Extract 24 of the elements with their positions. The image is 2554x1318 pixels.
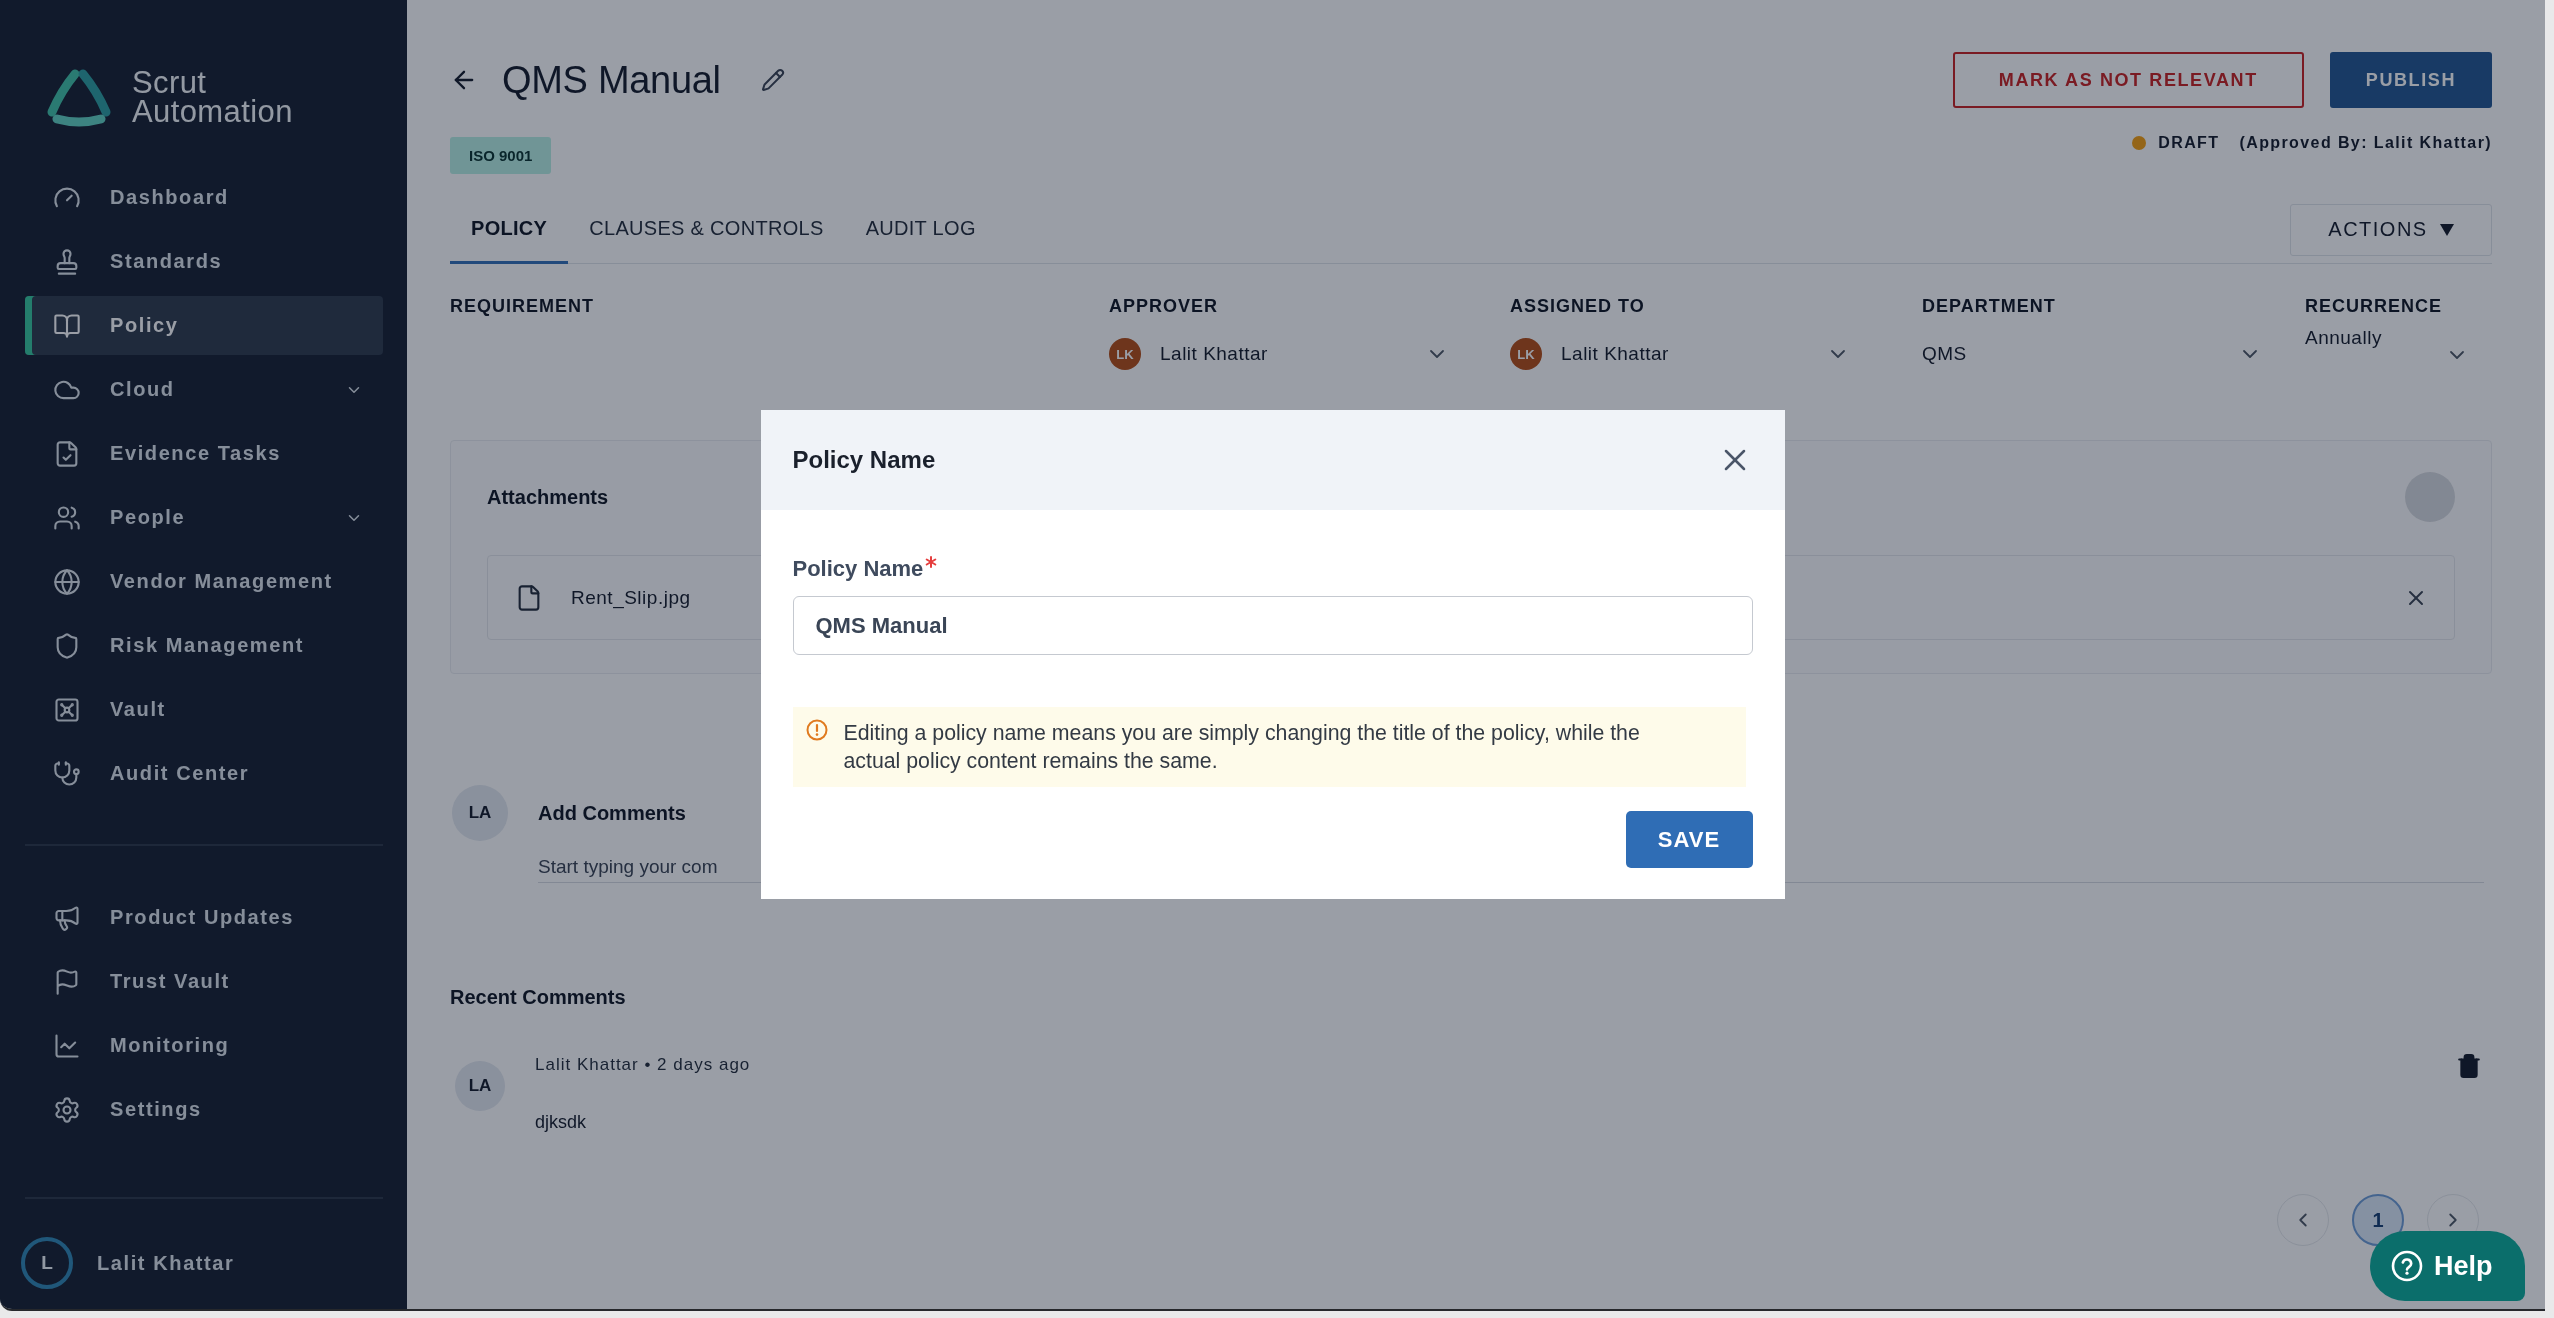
- field-label: DEPARTMENT: [1922, 295, 2056, 318]
- modal-title: Policy Name: [792, 446, 936, 474]
- field-label: RECURRENCE: [2305, 295, 2442, 318]
- avatar: LK: [1109, 338, 1141, 370]
- avatar: LA: [452, 785, 508, 841]
- user-name: Lalit Khattar: [97, 1251, 235, 1275]
- field-label: Policy Name: [792, 556, 924, 582]
- logo-text: Scrut Automation: [132, 68, 293, 126]
- field-label: REQUIREMENT: [450, 295, 594, 318]
- avatar: LK: [1510, 338, 1542, 370]
- status-label: DRAFT: [2158, 134, 2220, 152]
- avatar: LA: [455, 1061, 505, 1111]
- comment-text: djksdk: [535, 1111, 587, 1134]
- comment-meta: Lalit Khattar • 2 days ago: [535, 1054, 751, 1076]
- notice-text: Editing a policy name means you are simply changing the title of the policy, while the actual policy content remains the same.: [843, 720, 1641, 775]
- field-label: APPROVER: [1109, 295, 1219, 318]
- page-title: QMS Manual: [502, 58, 721, 102]
- file-name: Rent_Slip.jpg: [571, 586, 691, 609]
- field-label: ASSIGNED TO: [1510, 295, 1645, 318]
- approval-text: (Approved By: Lalit Khattar): [2239, 134, 2492, 152]
- section-title: Attachments: [487, 485, 609, 510]
- section-title: Recent Comments: [450, 985, 626, 1010]
- section-title: Add Comments: [538, 801, 686, 826]
- standard-badge: ISO 9001: [450, 137, 552, 174]
